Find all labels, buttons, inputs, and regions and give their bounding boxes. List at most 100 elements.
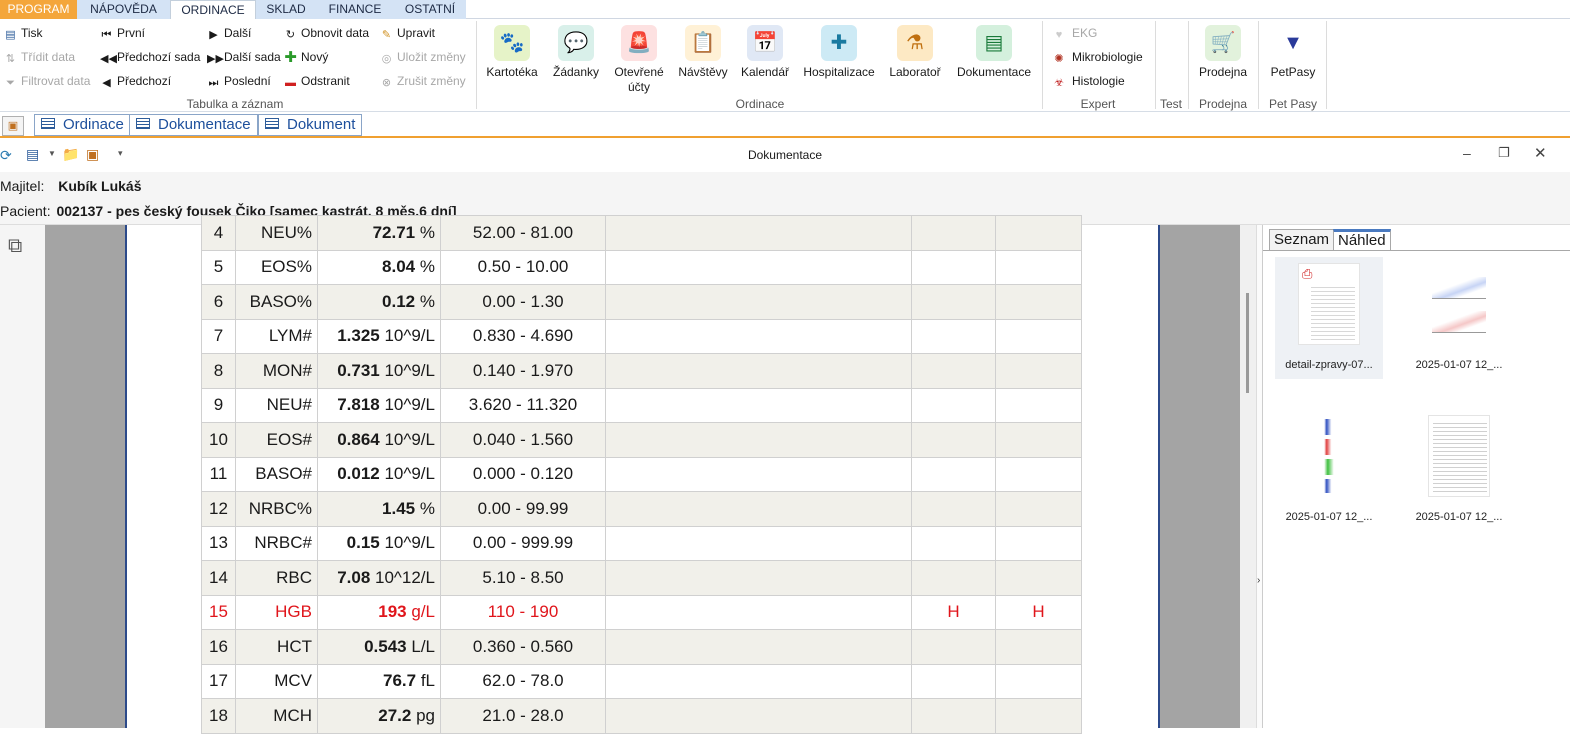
empty-cell: [605, 353, 912, 389]
result-cell: 8.04 %: [317, 249, 441, 285]
group-label-prodejna: Prodejna: [1198, 97, 1248, 111]
owner-row: Majitel: Kubík Lukáš: [0, 178, 142, 194]
dokumentace-button[interactable]: ▤ Dokumentace: [952, 25, 1036, 80]
result-unit: 10^9/L: [384, 395, 435, 415]
table-row: 4 NEU% 72.71 % 52.00 - 81.00: [201, 215, 1082, 251]
alarm-light-icon: 🚨: [621, 25, 657, 61]
next-button[interactable]: ▶ Další: [207, 24, 251, 42]
prev-button[interactable]: ◀ Předchozí: [100, 72, 171, 90]
refresh-button[interactable]: ↻ Obnovit data: [284, 24, 369, 42]
flag-cell: [911, 387, 996, 423]
empty-cell: [605, 663, 912, 699]
flag-cell: [995, 318, 1082, 354]
result-unit: 10^9/L: [384, 429, 435, 449]
petpasy-button[interactable]: ▼ PetPasy: [1264, 25, 1322, 80]
ucty-label: účty: [627, 80, 650, 94]
edit-button[interactable]: ✎ Upravit: [380, 24, 435, 42]
navstevy-button[interactable]: 📋 Návštěvy: [675, 25, 731, 80]
window-list-icon[interactable]: ▣: [2, 116, 24, 136]
otevrene-ucty-button[interactable]: 🚨 Otevřené účty: [608, 25, 670, 95]
mikrobiologie-button[interactable]: ✺ Mikrobiologie: [1050, 48, 1142, 66]
vertical-scrollbar[interactable]: [1240, 225, 1256, 728]
owner-name: Kubík Lukáš: [58, 178, 142, 194]
table-row: 15 HGB 193 g/L 110 - 190 H H: [201, 594, 1082, 630]
empty-cell: [605, 525, 912, 561]
minimize-icon[interactable]: –: [1463, 145, 1471, 161]
ekg-button[interactable]: ♥ EKG: [1050, 24, 1098, 42]
tab-program[interactable]: PROGRAM: [0, 0, 77, 19]
result-cell: 1.45 %: [317, 491, 441, 527]
new-label: Nový: [301, 50, 329, 64]
copy-pages-icon[interactable]: ⧉: [8, 235, 22, 258]
hospitalizace-button[interactable]: ✚ Hospitalizace: [800, 25, 878, 80]
first-label: První: [117, 26, 146, 40]
new-button[interactable]: ✚ Nový: [284, 48, 328, 66]
next-set-button[interactable]: ▶▶Další sada: [207, 48, 281, 66]
mini-histogram: [1317, 479, 1341, 493]
reference-range: 0.000 - 0.120: [440, 456, 606, 492]
parameter-name: NRBC#: [235, 525, 318, 561]
empty-cell: [605, 422, 912, 458]
result-value: 0.012: [337, 464, 380, 484]
flag-cell: [995, 353, 1082, 389]
tab-seznam[interactable]: Seznam: [1269, 229, 1335, 251]
tab-napoveda[interactable]: NÁPOVĚDA: [77, 0, 170, 19]
attachment-thumb[interactable]: ⎙ detail-zpravy-07...: [1275, 257, 1383, 379]
thumb-caption: 2025-01-07 12_...: [1415, 511, 1503, 523]
scrollbar-thumb[interactable]: [1246, 293, 1249, 393]
first-button[interactable]: ⏮ První: [100, 24, 145, 42]
attachment-thumb[interactable]: 2025-01-07 12_...: [1405, 415, 1513, 523]
delete-button[interactable]: ▬ Odstranit: [284, 72, 350, 90]
result-cell: 72.71 %: [317, 215, 441, 251]
reference-range: 0.360 - 0.560: [440, 629, 606, 665]
print-button[interactable]: ▤ Tisk: [4, 24, 42, 42]
empty-cell: [605, 629, 912, 665]
cancel-button[interactable]: ⊗ Zrušit změny: [380, 72, 466, 90]
empty-cell: [605, 387, 912, 423]
last-button[interactable]: ⏭ Poslední: [207, 72, 271, 90]
kalendar-label: Kalendář: [740, 65, 790, 79]
row-number: 10: [201, 422, 236, 458]
kartoteka-button[interactable]: 🐾 Kartotéka: [484, 25, 540, 80]
tab-sklad[interactable]: SKLAD: [256, 0, 316, 19]
doc-tab-label: Ordinace: [63, 116, 124, 133]
petpasy-logo-icon: ▼: [1275, 25, 1311, 61]
result-unit: %: [419, 257, 435, 277]
tab-ordinace[interactable]: ORDINACE: [170, 0, 256, 20]
result-value: 7.818: [337, 395, 380, 415]
splitter-arrow-icon[interactable]: ›: [1257, 575, 1260, 586]
result-value: 7.08: [337, 567, 371, 587]
sort-button[interactable]: ⇅ Třídit data: [4, 48, 75, 66]
prev-set-button[interactable]: ◀◀Předchozí sada: [100, 48, 200, 66]
close-icon[interactable]: ✕: [1534, 144, 1547, 162]
last-label: Poslední: [224, 74, 271, 88]
result-unit: %: [419, 291, 435, 311]
empty-cell: [605, 560, 912, 596]
doc-tab-dokument[interactable]: Dokument: [258, 114, 363, 136]
prev-label: Předchozí: [117, 74, 172, 88]
histologie-button[interactable]: ☣ Histologie: [1050, 72, 1125, 90]
filter-button[interactable]: ⏷ Filtrovat data: [4, 72, 90, 90]
doc-tab-dokumentace[interactable]: Dokumentace: [129, 114, 258, 136]
flag-cell: [995, 422, 1082, 458]
attachment-thumb[interactable]: 2025-01-07 12_...: [1405, 263, 1513, 371]
restore-icon[interactable]: ❐: [1498, 145, 1510, 161]
save-button[interactable]: ◎ Uložit změny: [380, 48, 466, 66]
group-separator: [1258, 21, 1259, 109]
table-row: 5 EOS% 8.04 % 0.50 - 10.00: [201, 249, 1082, 285]
table-row: 8 MON# 0.731 10^9/L 0.140 - 1.970: [201, 353, 1082, 389]
kalendar-button[interactable]: 📅 Kalendář: [737, 25, 793, 80]
zadanky-button[interactable]: 💬 Žádanky: [548, 25, 604, 80]
attachment-thumb[interactable]: 2025-01-07 12_...: [1275, 415, 1383, 523]
result-cell: 7.08 10^12/L: [317, 560, 441, 596]
tab-ostatni[interactable]: OSTATNÍ: [394, 0, 466, 19]
tab-finance[interactable]: FINANCE: [316, 0, 394, 19]
page-lines: [1311, 284, 1355, 340]
flag-cell: [995, 456, 1082, 492]
patient-label: Pacient:: [0, 203, 51, 219]
laborator-button[interactable]: ⚗ Laboratoř: [886, 25, 944, 80]
doc-tab-ordinace[interactable]: Ordinace: [34, 114, 131, 136]
tab-form-icon: [136, 118, 150, 129]
prodejna-button[interactable]: 🛒 Prodejna: [1194, 25, 1252, 80]
tab-nahled[interactable]: Náhled: [1333, 229, 1391, 251]
